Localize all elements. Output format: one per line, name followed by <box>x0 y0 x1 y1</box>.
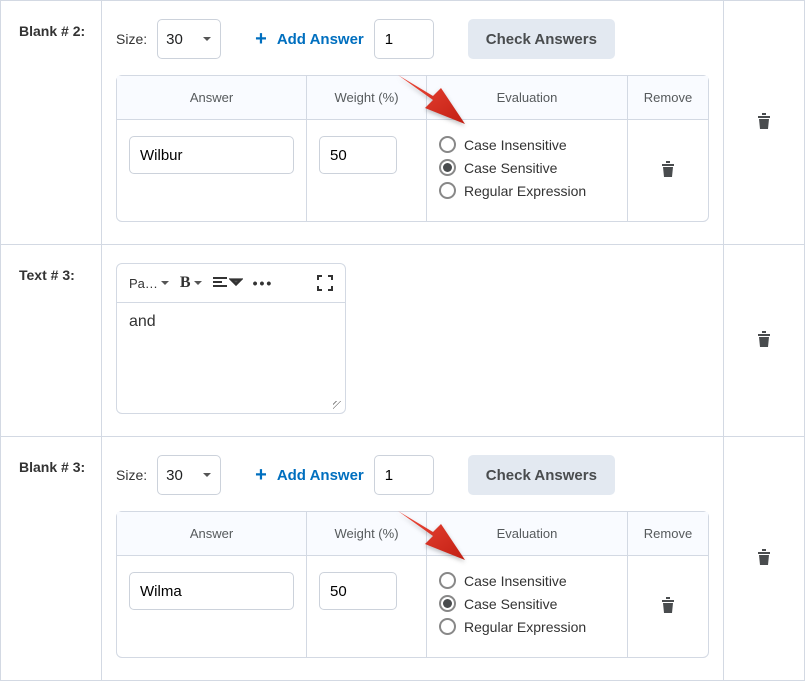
row-content: Size: 30 + Add Answer Check Answers Answ… <box>101 437 724 680</box>
size-label: Size: <box>116 467 147 483</box>
plus-icon: + <box>255 464 267 487</box>
chevron-down-icon <box>193 275 203 291</box>
radio-case-insensitive[interactable] <box>439 572 456 589</box>
delete-row-button[interactable] <box>756 548 772 569</box>
radio-case-sensitive[interactable] <box>439 595 456 612</box>
row-label: Text # 3: <box>1 245 101 436</box>
header-weight: Weight (%) <box>307 76 427 120</box>
radio-label: Case Insensitive <box>464 573 567 589</box>
answer-count-input[interactable] <box>374 455 434 495</box>
radio-label: Regular Expression <box>464 619 586 635</box>
size-select[interactable]: 30 <box>157 455 221 495</box>
delete-row-button[interactable] <box>756 330 772 351</box>
radio-case-sensitive[interactable] <box>439 159 456 176</box>
answer-row: Case Insensitive Case Sensitive Regular … <box>117 556 708 657</box>
check-answers-button[interactable]: Check Answers <box>468 19 615 59</box>
radio-regex[interactable] <box>439 618 456 635</box>
blank-toolbar: Size: 30 + Add Answer Check Answers <box>116 455 709 495</box>
rte-more-button[interactable]: ••• <box>251 273 276 293</box>
answers-table: Answer Weight (%) Evaluation Remove <box>116 75 709 222</box>
header-evaluation: Evaluation <box>427 512 628 556</box>
rte-fullscreen-button[interactable] <box>315 273 335 293</box>
chevron-down-icon <box>202 31 212 48</box>
radio-label: Case Sensitive <box>464 160 557 176</box>
rich-text-editor: Pa… B ••• <box>116 263 346 414</box>
answers-header: Answer Weight (%) Evaluation Remove <box>117 76 708 120</box>
delete-row-button[interactable] <box>756 112 772 133</box>
size-value: 30 <box>166 31 183 48</box>
question-builder-table: Blank # 2: Size: 30 + Add Answer Check A… <box>0 0 805 681</box>
chevron-down-icon <box>229 275 243 291</box>
rte-toolbar: Pa… B ••• <box>117 264 345 303</box>
size-label: Size: <box>116 31 147 47</box>
radio-label: Case Sensitive <box>464 596 557 612</box>
answer-text-input[interactable] <box>129 136 294 174</box>
plus-icon: + <box>255 28 267 51</box>
row-label: Blank # 2: <box>1 1 101 244</box>
answer-text-input[interactable] <box>129 572 294 610</box>
add-answer-button[interactable]: Add Answer <box>277 31 364 48</box>
rte-text: and <box>129 313 156 330</box>
size-select[interactable]: 30 <box>157 19 221 59</box>
weight-input[interactable] <box>319 136 397 174</box>
row-content: Pa… B ••• <box>101 245 724 436</box>
answer-row: Case Insensitive Case Sensitive Regular … <box>117 120 708 221</box>
header-answer: Answer <box>117 76 307 120</box>
radio-regex[interactable] <box>439 182 456 199</box>
blank-3-row: Blank # 3: Size: 30 + Add Answer Check A… <box>1 436 804 680</box>
blank-toolbar: Size: 30 + Add Answer Check Answers <box>116 19 709 59</box>
header-evaluation: Evaluation <box>427 76 628 120</box>
rte-paragraph-label: Pa… <box>129 276 158 291</box>
row-label: Blank # 3: <box>1 437 101 680</box>
answers-header: Answer Weight (%) Evaluation Remove <box>117 512 708 556</box>
resize-handle[interactable] <box>331 399 343 411</box>
bold-icon: B <box>180 274 191 292</box>
blank-2-row: Blank # 2: Size: 30 + Add Answer Check A… <box>1 0 804 244</box>
radio-label: Regular Expression <box>464 183 586 199</box>
answer-count-input[interactable] <box>374 19 434 59</box>
header-answer: Answer <box>117 512 307 556</box>
add-answer-button[interactable]: Add Answer <box>277 467 364 484</box>
remove-answer-button[interactable] <box>660 596 676 617</box>
header-remove: Remove <box>628 512 708 556</box>
size-value: 30 <box>166 467 183 484</box>
rte-paragraph-select[interactable]: Pa… <box>127 274 172 293</box>
rte-align-button[interactable] <box>211 273 245 293</box>
check-answers-button[interactable]: Check Answers <box>468 455 615 495</box>
radio-label: Case Insensitive <box>464 137 567 153</box>
rte-bold-button[interactable]: B <box>178 272 205 294</box>
chevron-down-icon <box>202 467 212 484</box>
row-content: Size: 30 + Add Answer Check Answers Answ… <box>101 1 724 244</box>
remove-answer-button[interactable] <box>660 160 676 181</box>
text-3-row: Text # 3: Pa… B ••• <box>1 244 804 436</box>
rte-textarea[interactable]: and <box>117 303 345 413</box>
chevron-down-icon <box>160 276 170 291</box>
header-weight: Weight (%) <box>307 512 427 556</box>
weight-input[interactable] <box>319 572 397 610</box>
radio-case-insensitive[interactable] <box>439 136 456 153</box>
answers-table: Answer Weight (%) Evaluation Remove <box>116 511 709 658</box>
header-remove: Remove <box>628 76 708 120</box>
